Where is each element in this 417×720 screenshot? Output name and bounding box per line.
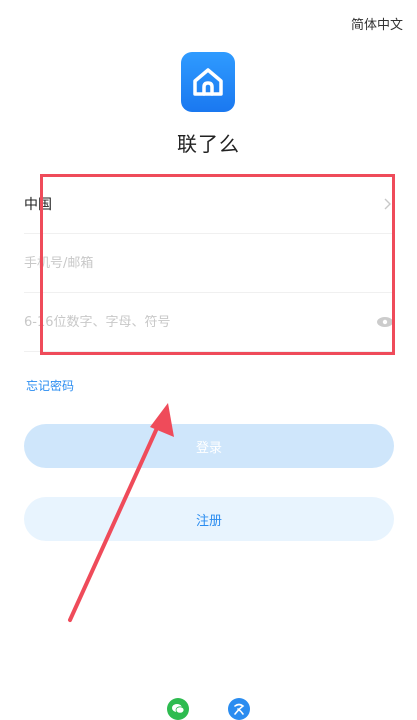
password-input[interactable] [24, 314, 324, 330]
home-icon [193, 68, 223, 96]
password-row [24, 293, 394, 352]
login-button[interactable]: 登录 [24, 424, 394, 468]
register-button[interactable]: 注册 [24, 497, 394, 541]
account-row [24, 234, 394, 293]
alt-login-button[interactable] [228, 698, 250, 720]
country-selector[interactable]: 中国 [24, 175, 394, 234]
wechat-login-button[interactable] [167, 698, 189, 720]
cloud-login-icon [234, 703, 245, 715]
eye-icon[interactable] [376, 316, 394, 328]
country-label: 中国 [24, 197, 52, 213]
login-form: 中国 [24, 175, 394, 352]
chevron-right-icon [382, 198, 394, 210]
forgot-password-link[interactable]: 忘记密码 [26, 377, 74, 394]
language-switch[interactable]: 简体中文 [351, 14, 403, 33]
app-logo [181, 52, 235, 112]
wechat-icon [172, 704, 185, 714]
account-input[interactable] [24, 255, 324, 271]
app-title: 联了么 [177, 132, 240, 156]
